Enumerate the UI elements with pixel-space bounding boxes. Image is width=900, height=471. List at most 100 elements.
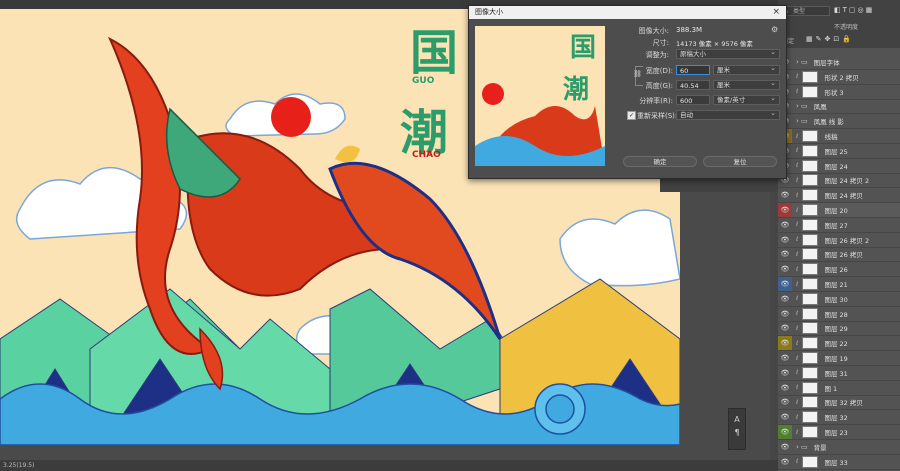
layer-row[interactable]: 👁 ℓ 图层 26 拷贝 2 [778, 233, 900, 248]
ai-icon[interactable]: A [729, 415, 745, 424]
layer-name[interactable]: 形状 3 [824, 87, 843, 97]
layer-row[interactable]: 👁 ℓ 图层 26 [778, 262, 900, 278]
eye-icon[interactable]: 👁 [778, 188, 792, 202]
eye-icon[interactable]: 👁 [778, 381, 792, 395]
layer-name[interactable]: 图层 32 拷贝 [824, 397, 862, 407]
image-size-dialog[interactable]: 图像大小 × 国 潮 图像大小: 388.3M ⚙ 尺寸: 14173 像素 ×… [468, 5, 787, 179]
eye-icon[interactable]: 👁 [778, 321, 792, 335]
layer-name[interactable]: 图层 26 拷贝 [824, 249, 862, 259]
eye-icon[interactable]: 👁 [778, 336, 792, 351]
paragraph-icon[interactable]: ¶ [729, 428, 745, 437]
layer-name[interactable]: 图层 33 [824, 457, 847, 467]
layer-filter-input[interactable]: ⌕ 类型 [782, 6, 830, 16]
layer-row[interactable]: 👁 ℓ 图层 29 [778, 321, 900, 337]
height-input[interactable]: 40.54 [676, 80, 710, 90]
eye-icon[interactable]: 👁 [778, 366, 792, 380]
close-icon[interactable]: × [772, 6, 780, 19]
layer-thumbnail[interactable] [802, 292, 819, 305]
eye-icon[interactable]: 👁 [778, 410, 792, 424]
layer-name[interactable]: 图层 24 [824, 161, 847, 171]
layer-thumbnail[interactable] [802, 411, 819, 424]
folder-icon[interactable]: › ▭ [796, 117, 808, 125]
layer-thumbnail[interactable] [802, 352, 819, 364]
layer-thumbnail[interactable] [802, 70, 819, 83]
layer-thumbnail[interactable] [802, 322, 819, 335]
layer-thumbnail[interactable] [802, 130, 819, 142]
folder-icon[interactable]: › ▭ [796, 102, 808, 110]
layer-group-row[interactable]: 👁› ▭凤凰 [778, 99, 900, 115]
filter-icons[interactable]: ◧T▢◎▦ [834, 6, 874, 14]
layer-name[interactable]: 图层 21 [824, 279, 847, 289]
layer-row[interactable]: 👁 ℓ 图层 20 [778, 203, 900, 218]
layer-thumbnail[interactable] [802, 307, 819, 320]
layer-name[interactable]: 图层 25 [824, 146, 847, 156]
ok-button[interactable]: 确定 [623, 156, 697, 167]
reset-button[interactable]: 复位 [703, 156, 777, 167]
eye-icon[interactable]: 👁 [778, 395, 792, 409]
resolution-unit-select[interactable]: 像素/英寸 [713, 94, 780, 105]
eye-icon[interactable]: 👁 [778, 351, 792, 365]
layer-row[interactable]: 👁 ℓ 图层 28 [778, 307, 900, 322]
layer-name[interactable]: 图层 30 [824, 294, 847, 304]
layer-name[interactable]: 凤凰 线 影 [814, 116, 844, 126]
layer-row[interactable]: 👁 ℓ 图层 21 [778, 277, 900, 292]
layer-group-row[interactable]: 👁› ▭凤凰 线 影 [778, 114, 900, 130]
layer-thumbnail[interactable] [802, 174, 819, 187]
resample-method-select[interactable]: 自动 [676, 109, 780, 120]
layer-name[interactable]: 背景 [814, 442, 827, 452]
layer-name[interactable]: 图层 32 [824, 412, 847, 422]
layer-name[interactable]: 凤凰 [814, 101, 827, 111]
layer-name[interactable]: 图层 29 [824, 323, 847, 333]
layer-name[interactable]: 图 1 [824, 383, 837, 393]
layer-row[interactable]: 👁ℓ形状 3 [778, 85, 900, 100]
layer-name[interactable]: 图层 20 [824, 205, 847, 215]
layer-thumbnail[interactable] [802, 85, 819, 98]
layer-row[interactable]: 👁ℓ图层 25 [778, 144, 900, 159]
eye-icon[interactable]: 👁 [778, 455, 792, 469]
layer-name[interactable]: 图层 22 [824, 338, 847, 348]
lock-icons[interactable]: ▦✎✥⊡🔒 [806, 35, 854, 43]
resolution-input[interactable]: 600 [676, 95, 710, 105]
layer-name[interactable]: 图层 19 [824, 353, 847, 363]
eye-icon[interactable]: 👁 [778, 218, 792, 232]
layer-name[interactable]: 形状 2 拷贝 [824, 72, 858, 82]
layer-name[interactable]: 图层 31 [824, 368, 847, 378]
layer-row[interactable]: 👁 ℓ 图层 32 [778, 410, 900, 426]
layer-thumbnail[interactable] [802, 159, 819, 172]
eye-icon[interactable]: 👁 [778, 277, 792, 291]
folder-icon[interactable]: › ▭ [796, 58, 808, 66]
layer-thumbnail[interactable] [802, 366, 819, 379]
eye-icon[interactable]: 👁 [778, 203, 792, 217]
floating-mini-panel[interactable]: A ¶ [728, 408, 746, 450]
layer-thumbnail[interactable] [802, 233, 819, 246]
layer-row[interactable]: 👁 ℓ 图 1 [778, 381, 900, 396]
layer-row[interactable]: 👁 ℓ 图层 27 [778, 218, 900, 233]
layer-name[interactable]: 图层 23 [824, 427, 847, 437]
layer-thumbnail[interactable] [802, 426, 819, 438]
layer-name[interactable]: 图层 24 拷贝 [824, 190, 862, 200]
layer-row[interactable]: 👁 ℓ 图层 22 [778, 336, 900, 352]
eye-icon[interactable]: 👁 [778, 425, 792, 439]
eye-icon[interactable]: 👁 [778, 262, 792, 276]
dialog-title-bar[interactable]: 图像大小 × [469, 6, 786, 19]
eye-icon[interactable]: 👁 [778, 247, 792, 261]
layer-name[interactable]: 线稿 [824, 131, 837, 141]
eye-icon[interactable]: 👁 [778, 233, 792, 247]
layer-group-row[interactable]: 👁› ▭图层字体 [778, 55, 900, 70]
eye-icon[interactable]: 👁 [778, 292, 792, 306]
layer-name[interactable]: 图层 26 [824, 264, 847, 274]
height-unit-select[interactable]: 厘米 [713, 79, 780, 90]
layer-row[interactable]: 👁 ℓ 图层 23 [778, 425, 900, 440]
fit-to-select[interactable]: 原稿大小 [676, 48, 780, 59]
resample-checkbox[interactable]: ✓ [627, 111, 636, 120]
layer-name[interactable]: 图层 28 [824, 309, 847, 319]
layer-row[interactable]: 👁 ℓ 图层 26 拷贝 [778, 247, 900, 263]
layer-thumbnail[interactable] [802, 248, 819, 261]
width-unit-select[interactable]: 厘米 [713, 64, 780, 75]
layer-row[interactable]: 👁 ℓ 图层 24 拷贝 2 [778, 173, 900, 189]
layer-name[interactable]: 图层 26 拷贝 2 [824, 235, 869, 245]
layer-thumbnail[interactable] [802, 263, 819, 276]
eye-icon[interactable]: 👁 [778, 307, 792, 321]
layer-thumbnail[interactable] [802, 396, 819, 409]
layer-thumbnail[interactable] [802, 455, 819, 468]
